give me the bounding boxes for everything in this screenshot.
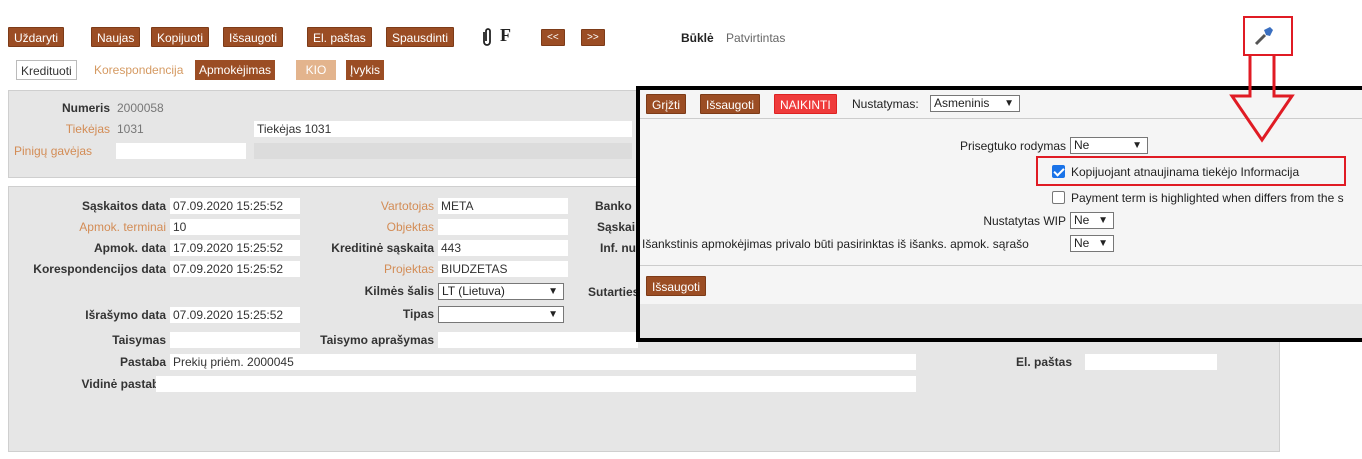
prepay-select[interactable]: Ne ▼ <box>1070 235 1114 252</box>
fix-description-field[interactable] <box>438 332 638 348</box>
save-button[interactable]: Išsaugoti <box>223 27 284 47</box>
email-label: El. paštas <box>1016 355 1073 369</box>
popup-save-button[interactable]: Išsaugoti <box>700 94 761 114</box>
tab-credit[interactable]: Kredituoti <box>16 60 77 80</box>
user-label[interactable]: Vartotojas <box>300 199 434 213</box>
copy-button[interactable]: Kopijuoti <box>151 27 210 47</box>
corr-date-label: Korespondencijos data <box>33 262 166 276</box>
object-label[interactable]: Objektas <box>300 220 434 234</box>
attach-display-select[interactable]: Ne ▼ <box>1070 137 1148 154</box>
account-label: Sąskai <box>597 220 636 234</box>
tab-payment[interactable]: Apmokėjimas <box>195 60 276 80</box>
number-value: 2000058 <box>117 101 164 115</box>
tab-kio[interactable]: KIO <box>296 60 336 80</box>
attach-display-value: Ne <box>1074 138 1090 152</box>
origin-label: Kilmės šalis <box>364 284 434 298</box>
issue-date-field[interactable]: 07.09.2020 15:25:52 <box>170 307 300 323</box>
supplier-code: 1031 <box>117 122 144 136</box>
payee-field[interactable] <box>116 143 246 159</box>
status-value: Patvirtintas <box>726 31 786 45</box>
invoice-date-label: Sąskaitos data <box>81 199 166 213</box>
project-label[interactable]: Projektas <box>300 262 434 276</box>
payment-term-checkbox[interactable] <box>1052 191 1065 204</box>
internal-note-label: Vidinė pastaba <box>81 377 166 391</box>
contract-label: Sutarties <box>588 285 640 299</box>
print-button[interactable]: Spausdinti <box>386 27 455 47</box>
pay-date-field[interactable]: 17.09.2020 15:25:52 <box>170 240 300 256</box>
chevron-down-icon: ▼ <box>548 286 558 297</box>
type-select[interactable]: ▼ <box>438 306 564 323</box>
user-field[interactable]: META <box>438 198 568 214</box>
status-label: Būklė <box>681 31 714 45</box>
chevron-down-icon: ▼ <box>548 309 558 320</box>
wip-label: Nustatytas WIP <box>983 214 1066 228</box>
supplier-name-field[interactable]: Tiekėjas 1031 <box>254 121 632 137</box>
type-label: Tipas <box>402 307 434 321</box>
inf-number-label: Inf. nu <box>600 241 636 255</box>
invoice-date-field[interactable]: 07.09.2020 15:25:52 <box>170 198 300 214</box>
note-label: Pastaba <box>119 355 166 369</box>
origin-select[interactable]: LT (Lietuva) ▼ <box>438 283 564 300</box>
fix-label: Taisymas <box>112 333 166 347</box>
tab-event[interactable]: Įvykis <box>346 60 384 80</box>
note-field[interactable]: Prekių priėm. 2000045 <box>170 354 916 370</box>
settings-select[interactable]: Asmeninis ▼ <box>930 95 1020 112</box>
chevron-down-icon: ▼ <box>1098 215 1108 226</box>
bank-label: Banko <box>595 199 632 213</box>
wip-select[interactable]: Ne ▼ <box>1070 212 1114 229</box>
payment-term-label: Payment term is highlighted when differs… <box>1071 191 1344 205</box>
prev-button[interactable]: << <box>541 29 565 46</box>
popup-footer <box>640 304 1362 338</box>
credit-account-label: Kreditinė sąskaita <box>331 241 434 255</box>
fix-field[interactable] <box>170 332 300 348</box>
credit-account-field[interactable]: 443 <box>438 240 568 256</box>
chevron-down-icon: ▼ <box>1132 140 1142 151</box>
email-field[interactable] <box>1085 354 1217 370</box>
number-label: Numeris <box>61 101 110 115</box>
settings-label: Nustatymas: <box>852 97 919 111</box>
fix-description-label: Taisymo aprašymas <box>320 333 434 347</box>
prepay-select-value: Ne <box>1074 236 1090 250</box>
internal-note-field[interactable] <box>156 376 916 392</box>
corr-date-field[interactable]: 07.09.2020 15:25:52 <box>170 261 300 277</box>
next-button[interactable]: >> <box>581 29 605 46</box>
f-button[interactable]: F <box>500 25 511 46</box>
pay-terms-label[interactable]: Apmok. terminai <box>20 220 166 234</box>
close-button[interactable]: Uždaryti <box>8 27 65 47</box>
red-arrow-annotation <box>1228 52 1296 144</box>
tab-correspondence[interactable]: Korespondencija <box>90 60 187 80</box>
copy-update-highlight-box <box>1036 156 1346 186</box>
chevron-down-icon: ▼ <box>1004 98 1014 109</box>
delete-button[interactable]: NAIKINTI <box>774 94 837 114</box>
object-field[interactable] <box>438 219 568 235</box>
issue-date-label: Išrašymo data <box>85 308 166 322</box>
payee-name-field <box>254 143 632 159</box>
supplier-label[interactable]: Tiekėjas <box>20 122 110 136</box>
email-button[interactable]: El. paštas <box>307 27 372 47</box>
chevron-down-icon: ▼ <box>1098 238 1108 249</box>
attach-display-label: Prisegtuko rodymas <box>959 139 1066 153</box>
payee-label[interactable]: Pinigų gavėjas <box>14 144 92 158</box>
paperclip-icon[interactable] <box>479 27 495 47</box>
new-button[interactable]: Naujas <box>91 27 141 47</box>
origin-select-value: LT (Lietuva) <box>442 284 505 298</box>
pay-terms-field[interactable]: 10 <box>170 219 300 235</box>
back-button[interactable]: Grįžti <box>646 94 686 114</box>
popup-divider-bottom <box>640 265 1362 266</box>
settings-select-value: Asmeninis <box>934 96 990 110</box>
wrench-highlight-box <box>1243 16 1293 56</box>
pay-date-label: Apmok. data <box>93 241 166 255</box>
prepay-label: Išankstinis apmokėjimas privalo būti pas… <box>642 237 1029 251</box>
popup-save-bottom-button[interactable]: Išsaugoti <box>646 276 707 296</box>
wip-select-value: Ne <box>1074 213 1090 227</box>
project-field[interactable]: BIUDZETAS <box>438 261 568 277</box>
